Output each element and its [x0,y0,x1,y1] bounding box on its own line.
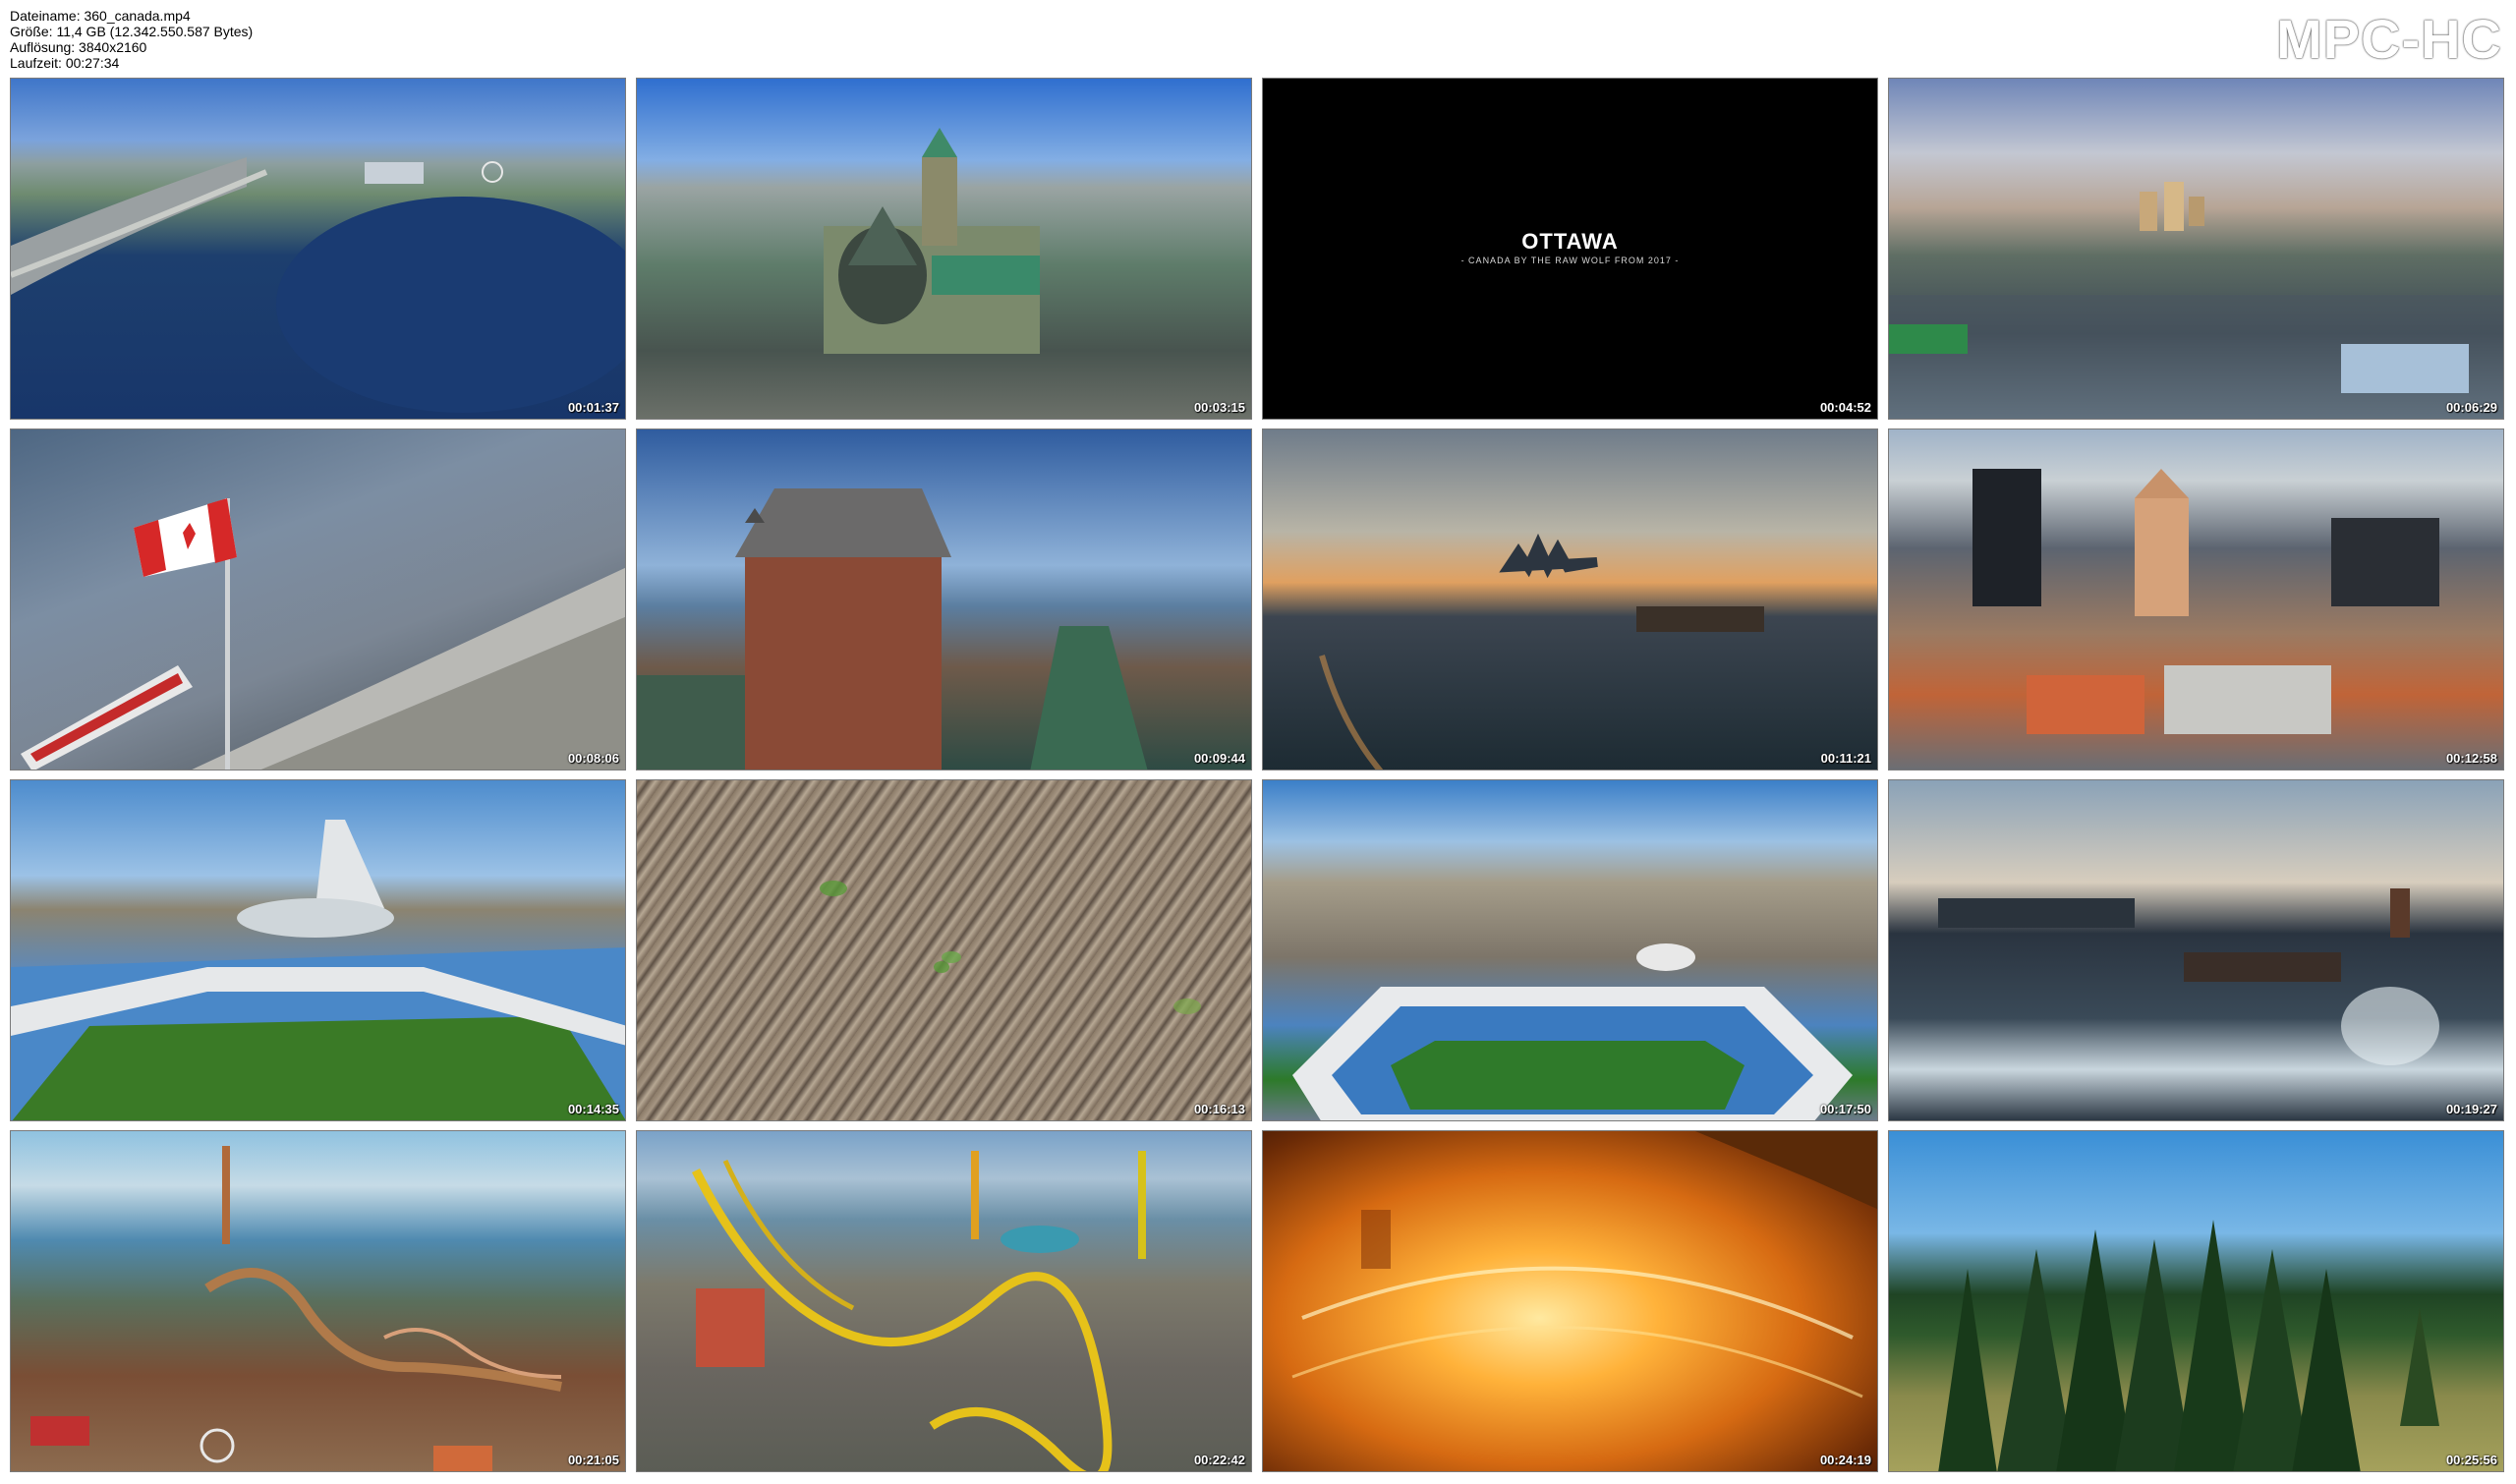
scene-chateau [637,488,1148,770]
scene-pine-trees [1938,1220,2439,1471]
scene-stadium-aerial [1292,943,1853,1120]
scene-parliament [824,128,1040,354]
timestamp: 00:01:37 [567,400,619,415]
thumbnail-2: 00:03:15 [636,78,1252,420]
thumbnail-grid: 00:01:37 00:03:15 OTTAWA - CANADA BY THE… [10,78,2506,1474]
scene-old-city [1889,182,2503,419]
title-card-subtitle: - CANADA BY THE RAW WOLF FROM 2017 - [1460,256,1680,265]
timestamp: 00:21:05 [567,1453,619,1467]
timestamp: 00:12:58 [2445,751,2497,766]
timestamp: 00:16:13 [1193,1102,1245,1116]
timestamp: 00:08:06 [567,751,619,766]
thumbnail-15: 00:24:19 [1262,1130,1878,1472]
timestamp: 00:06:29 [2445,400,2497,415]
scene-dome-glow [1291,1131,1877,1398]
thumbnail-10: 00:16:13 [636,779,1252,1121]
thumbnail-3: OTTAWA - CANADA BY THE RAW WOLF FROM 201… [1262,78,1878,420]
timestamp: 00:11:21 [1820,751,1871,766]
scene-amusement-park [30,1146,562,1471]
file-info: Dateiname: 360_canada.mp4 Größe: 11,4 GB… [10,8,253,71]
scene-river-skyline [1938,888,2439,1065]
thumbnail-11: 00:17:50 [1262,779,1878,1121]
thumbnail-7: 00:11:21 [1262,428,1878,771]
thumbnail-9: 00:14:35 [10,779,626,1121]
timestamp: 00:24:19 [1819,1453,1871,1467]
title-card-heading: OTTAWA [1521,229,1619,254]
thumbnail-8: 00:12:58 [1888,428,2504,771]
thumbnail-6: 00:09:44 [636,428,1252,771]
scene-flag-harbor [21,498,625,770]
duration-label: Laufzeit: 00:27:34 [10,55,120,71]
timestamp: 00:14:35 [567,1102,619,1116]
timestamp: 00:25:56 [2445,1453,2497,1467]
app-logo: MPC-HC [2276,8,2502,70]
thumbnail-14: 00:22:42 [636,1130,1252,1472]
size-label: Größe: 11,4 GB (12.342.550.587 Bytes) [10,24,254,39]
thumbnail-1: 00:01:37 [10,78,626,420]
thumbnail-4: 00:06:29 [1888,78,2504,420]
timestamp: 00:19:27 [2445,1102,2497,1116]
resolution-label: Auflösung: 3840x2160 [10,39,147,55]
scene-forest-topdown [820,881,1201,1014]
timestamp: 00:22:42 [1193,1453,1245,1467]
thumbnail-12: 00:19:27 [1888,779,2504,1121]
timestamp: 00:04:52 [1819,400,1871,415]
scene-river-aerial [11,157,625,413]
scene-downtown [1973,469,2439,734]
timestamp: 00:17:50 [1819,1102,1871,1116]
scene-stadium-tower [11,820,625,1120]
scene-sunset-river [1319,533,1764,770]
filename-label: Dateiname: 360_canada.mp4 [10,8,191,24]
thumbnail-16: 00:25:56 [1888,1130,2504,1472]
thumbnail-5: 00:08:06 [10,428,626,771]
timestamp: 00:03:15 [1193,400,1245,415]
thumbnail-13: 00:21:05 [10,1130,626,1472]
scene-roller-coaster [691,1151,1146,1471]
timestamp: 00:09:44 [1193,751,1245,766]
